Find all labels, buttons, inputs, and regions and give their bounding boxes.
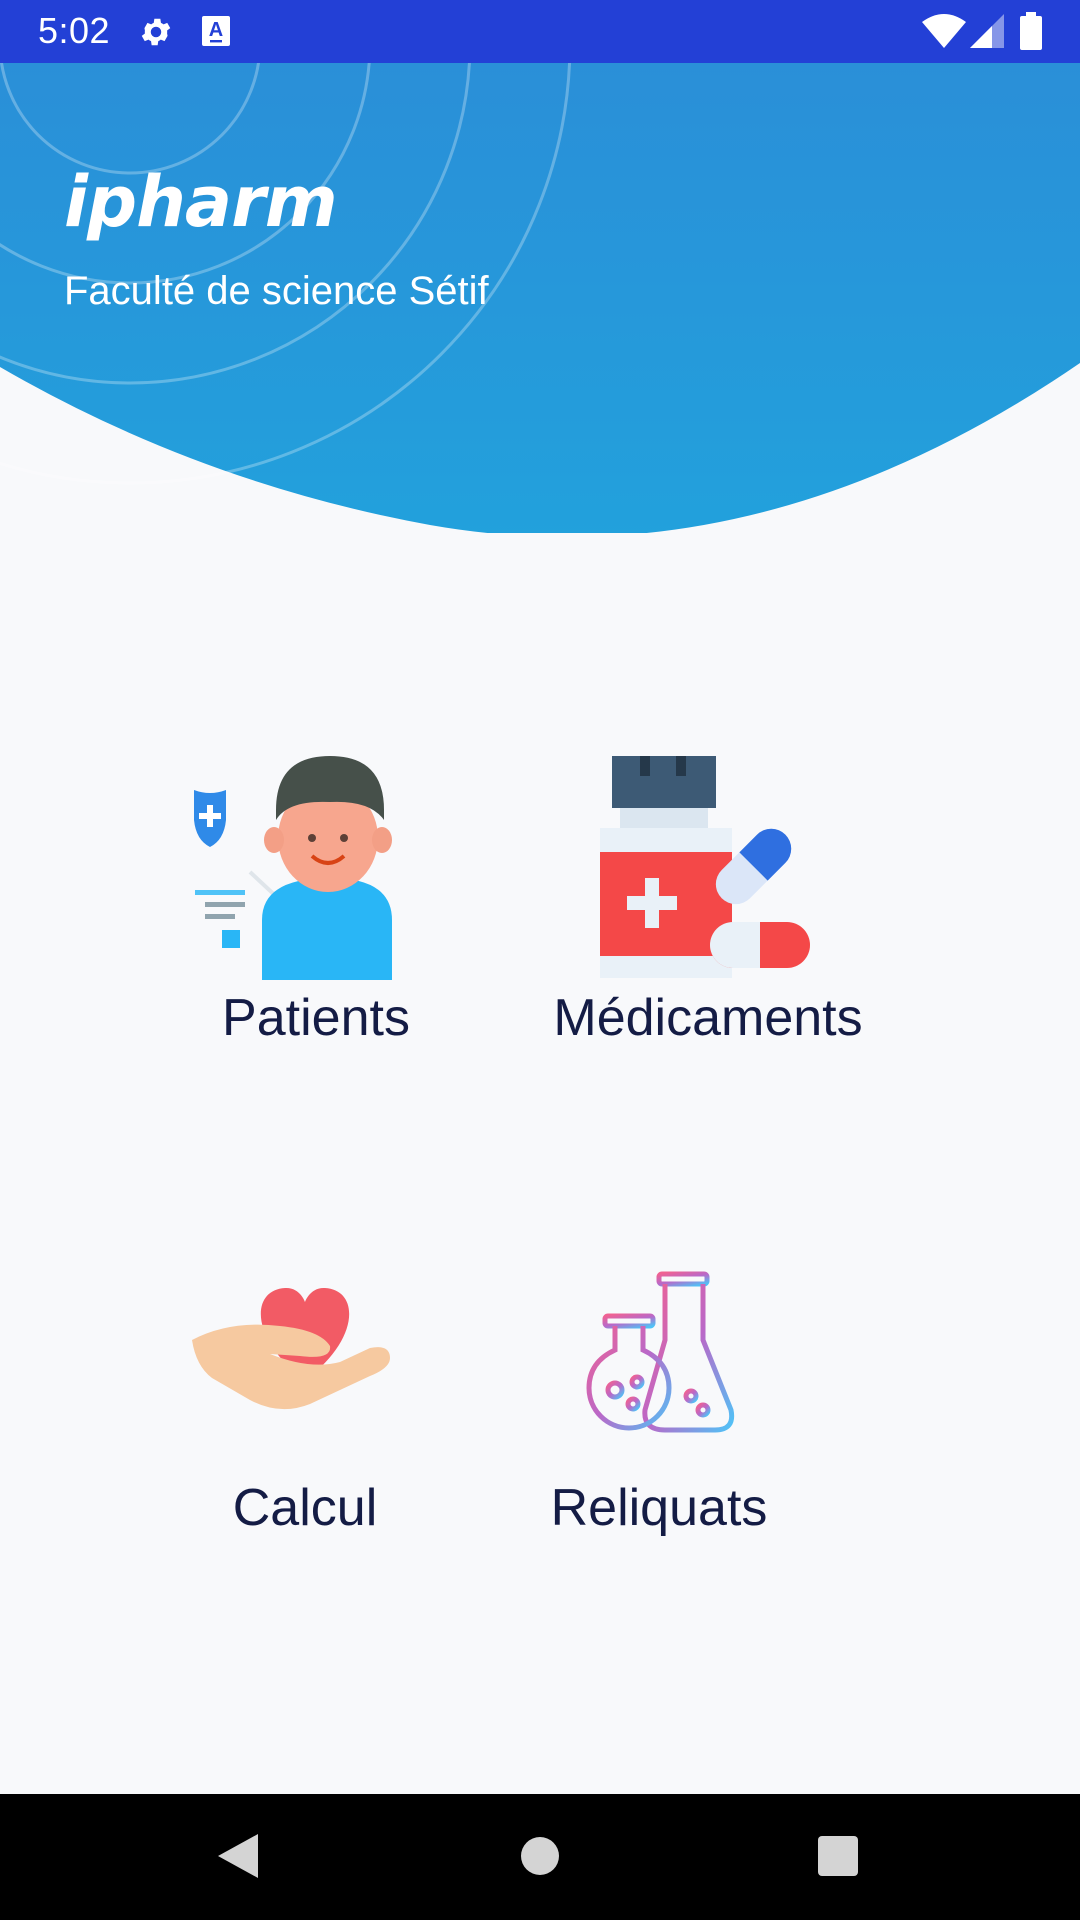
header-banner: ipharm Faculté de science Sétif [0, 63, 1080, 533]
menu-tile-reliquats[interactable]: Reliquats [540, 1270, 780, 1550]
status-time: 5:02 [38, 10, 111, 51]
medicaments-label: Médicaments [553, 989, 863, 1047]
app-subtitle: Faculté de science Sétif [64, 269, 489, 313]
menu-tile-medicaments[interactable]: Médicaments [540, 750, 880, 1050]
hand-heart-icon [190, 1270, 420, 1445]
lab-flasks-icon [585, 1270, 735, 1445]
medicine-bottle-icon [590, 750, 830, 985]
signal-icon [970, 14, 1004, 53]
keyboard-a-icon: A [200, 14, 232, 53]
svg-text:A: A [209, 19, 223, 41]
calcul-label: Calcul [232, 1479, 378, 1537]
battery-icon [1020, 12, 1042, 55]
navigation-bar [0, 1794, 1080, 1920]
menu-tile-calcul[interactable]: Calcul [160, 1270, 460, 1550]
reliquats-label: Reliquats [550, 1479, 768, 1537]
home-icon[interactable] [520, 1836, 560, 1881]
recents-icon[interactable] [818, 1836, 858, 1881]
menu-tile-patients[interactable]: Patients [160, 750, 490, 1050]
patient-icon [170, 750, 410, 985]
patients-label: Patients [222, 989, 410, 1047]
app-logo: ipharm [64, 161, 338, 243]
gear-icon [138, 14, 174, 55]
back-icon[interactable] [216, 1832, 260, 1885]
status-bar: 5:02 A [0, 0, 1080, 63]
wifi-icon [922, 14, 966, 53]
